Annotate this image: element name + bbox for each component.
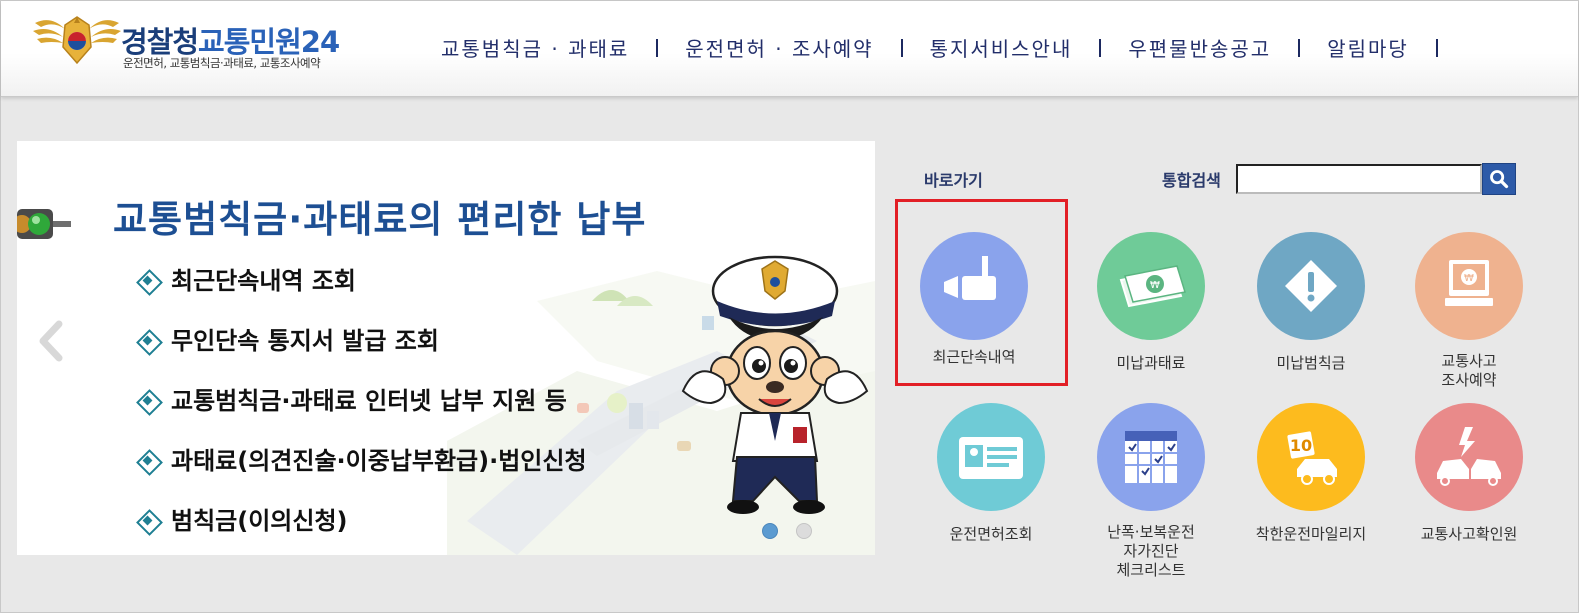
- police-emblem-icon: [33, 16, 121, 65]
- money-icon: ₩: [1097, 232, 1205, 340]
- banner-prev-arrow-icon[interactable]: [31, 316, 71, 366]
- promo-banner[interactable]: 교통범칙금·과태료의 편리한 납부 최근단속내역 조회 무인단속 통지서 발급 …: [17, 141, 875, 555]
- diamond-bullet-icon: [137, 330, 159, 352]
- svg-text:₩: ₩: [1464, 273, 1474, 284]
- shortcut-heading: 바로가기: [924, 171, 983, 190]
- banner-feature-item: 과태료(의견진술·이중납부환급)·법인신청: [137, 443, 587, 503]
- search-icon: [1490, 170, 1509, 189]
- search-input[interactable]: [1236, 164, 1482, 194]
- site-logo[interactable]: 경찰청교통민원24 운전면허, 교통범칙금·과태료, 교통조사예약: [31, 11, 371, 71]
- nav-item-notice[interactable]: 알림마당: [1327, 33, 1409, 62]
- shortcut-reckless-driving-checklist[interactable]: 난폭·보복운전 자가진단 체크리스트: [1076, 403, 1226, 580]
- shortcut-safe-driving-mileage[interactable]: 10 착한운전마일리지: [1236, 403, 1386, 544]
- diamond-bullet-icon: [137, 390, 159, 412]
- id-card-icon: [937, 403, 1045, 511]
- nav-item-license[interactable]: 운전면허 · 조사예약: [685, 33, 873, 62]
- selection-highlight-box: [895, 199, 1068, 386]
- diamond-bullet-icon: [137, 450, 159, 472]
- nav-item-notification[interactable]: 통지서비스안내: [930, 33, 1073, 62]
- nav-separator: [1099, 38, 1102, 57]
- banner-feature-item: 교통범칙금·과태료 인터넷 납부 지원 등: [137, 383, 587, 443]
- mileage-car-icon: 10: [1257, 403, 1365, 511]
- banner-feature-item: 무인단속 통지서 발급 조회: [137, 323, 587, 383]
- banner-feature-list: 최근단속내역 조회 무인단속 통지서 발급 조회 교통범칙금·과태료 인터넷 납…: [137, 263, 587, 555]
- banner-feature-item: 범칙금(이의신청): [137, 503, 587, 555]
- diamond-bullet-icon: [137, 510, 159, 532]
- nav-item-fines[interactable]: 교통범칙금 · 과태료: [441, 33, 629, 62]
- banner-title: 교통범칙금·과태료의 편리한 납부: [113, 198, 647, 241]
- nav-separator: [1298, 38, 1301, 57]
- nav-separator: [1435, 38, 1438, 57]
- nav-separator: [656, 38, 659, 57]
- shortcut-accident-confirmation[interactable]: 교통사고확인원: [1394, 403, 1544, 544]
- search-label: 통합검색: [1162, 171, 1221, 190]
- main-nav: 교통범칙금 · 과태료 운전면허 · 조사예약 통지서비스안내 우편물반송공고 …: [441, 33, 1465, 62]
- svg-text:10: 10: [1290, 436, 1312, 455]
- computer-icon: ₩: [1415, 232, 1523, 340]
- nav-separator: [900, 38, 903, 57]
- banner-dot-2[interactable]: [796, 523, 812, 539]
- car-crash-icon: [1415, 403, 1523, 511]
- nav-item-returned-mail[interactable]: 우편물반송공고: [1128, 33, 1271, 62]
- logo-subtitle: 운전면허, 교통범칙금·과태료, 교통조사예약: [123, 56, 321, 70]
- banner-dot-1[interactable]: [762, 523, 778, 539]
- shortcut-unpaid-fines[interactable]: ₩ 미납과태료: [1076, 232, 1226, 373]
- warning-icon: [1257, 232, 1365, 340]
- banner-feature-item: 최근단속내역 조회: [137, 263, 587, 323]
- shortcut-unpaid-penalty[interactable]: 미납범칙금: [1236, 232, 1386, 373]
- shortcut-license-lookup[interactable]: 운전면허조회: [916, 403, 1066, 544]
- header: 경찰청교통민원24 운전면허, 교통범칙금·과태료, 교통조사예약 교통범칙금 …: [1, 1, 1578, 97]
- svg-text:₩: ₩: [1150, 280, 1160, 291]
- search-button[interactable]: [1482, 163, 1516, 195]
- diamond-bullet-icon: [137, 270, 159, 292]
- shortcut-accident-reservation[interactable]: ₩ 교통사고 조사예약: [1394, 232, 1544, 390]
- banner-pagination: [762, 523, 812, 539]
- calendar-icon: [1097, 403, 1205, 511]
